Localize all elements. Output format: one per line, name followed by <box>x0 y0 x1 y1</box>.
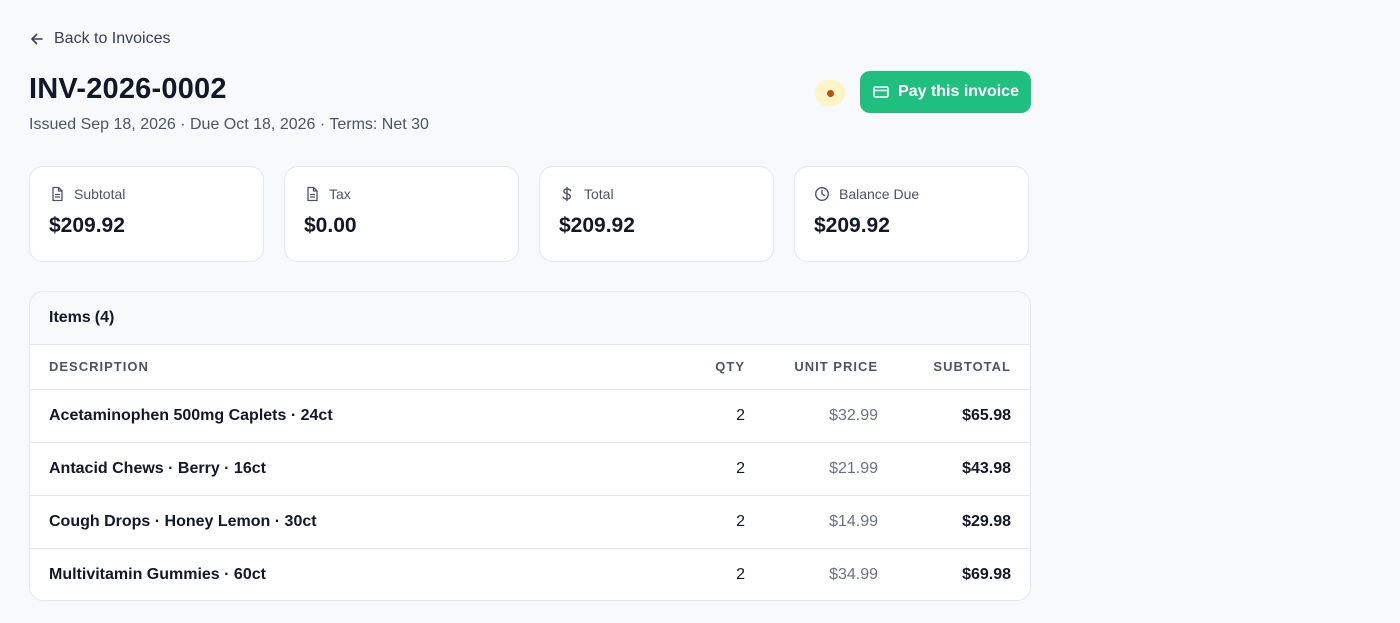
column-header-subtotal: SUBTOTAL <box>878 345 1030 390</box>
summary-label: Total <box>584 186 614 202</box>
status-dot-icon <box>826 89 834 97</box>
column-header-description: DESCRIPTION <box>30 345 625 390</box>
summary-value: $0.00 <box>304 214 357 237</box>
pay-invoice-button[interactable]: Pay this invoice <box>860 71 1031 113</box>
summary-label: Balance Due <box>839 186 920 202</box>
item-unit-price: $21.99 <box>745 442 878 496</box>
item-subtotal: $29.98 <box>878 495 1030 549</box>
table-row: Cough Drops · Honey Lemon · 30ct 2 $14.9… <box>30 495 1030 549</box>
summary-value: $209.92 <box>559 214 635 237</box>
summary-value: $209.92 <box>814 214 890 237</box>
document-icon <box>52 186 63 202</box>
arrow-left-icon <box>31 33 43 45</box>
item-unit-price: $32.99 <box>745 389 878 443</box>
item-qty: 2 <box>625 389 745 443</box>
summary-label: Tax <box>329 186 351 202</box>
summary-card-balance-due: Balance Due $209.92 <box>794 166 1029 262</box>
summary-card-subtotal: Subtotal $209.92 <box>29 166 264 262</box>
item-description: Acetaminophen 500mg Caplets · 24ct <box>30 389 625 443</box>
summary-card-tax: Tax $0.00 <box>284 166 519 262</box>
table-row: Multivitamin Gummies · 60ct 2 $34.99 $69… <box>30 548 1030 600</box>
item-subtotal: $69.98 <box>962 565 1011 583</box>
items-table: DESCRIPTION QTY UNIT PRICE SUBTOTAL Acet… <box>30 345 1030 600</box>
pay-button-label: Pay this invoice <box>898 83 1019 100</box>
item-qty: 2 <box>625 495 745 549</box>
back-link-label: Back to Invoices <box>54 30 171 47</box>
summary-value: $209.92 <box>49 214 125 237</box>
item-description: Antacid Chews · Berry · 16ct <box>30 442 625 496</box>
item-description: Cough Drops · Honey Lemon · 30ct <box>30 495 625 549</box>
credit-card-icon <box>873 86 889 98</box>
back-to-invoices-link[interactable]: Back to Invoices <box>29 30 171 48</box>
items-panel: Items (4) DESCRIPTION QTY UNIT PRICE SUB… <box>29 291 1031 601</box>
table-row: Antacid Chews · Berry · 16ct 2 $21.99 $4… <box>30 442 1030 496</box>
table-row: Acetaminophen 500mg Caplets · 24ct 2 $32… <box>30 389 1030 443</box>
item-unit-price: $34.99 <box>829 565 878 583</box>
column-header-qty: QTY <box>625 345 745 390</box>
item-qty: 2 <box>625 442 745 496</box>
clock-icon <box>814 186 830 202</box>
item-qty: 2 <box>736 565 745 583</box>
document-icon <box>307 186 318 202</box>
items-count: (4) <box>94 309 115 326</box>
invoice-detail-page: Back to Invoices INV-2026-0002 Issued Se… <box>0 0 1400 623</box>
invoice-meta: Issued Sep 18, 2026 · Due Oct 18, 2026 ·… <box>29 116 429 133</box>
invoice-number: INV-2026-0002 <box>29 73 227 105</box>
item-unit-price: $14.99 <box>745 495 878 549</box>
item-subtotal: $43.98 <box>878 442 1030 496</box>
summary-label: Subtotal <box>74 186 126 202</box>
summary-cards: Subtotal $209.92 Tax $0.00 Total $209.92 <box>29 166 1029 262</box>
items-header: Items (4) <box>30 292 1030 345</box>
column-header-unit-price: UNIT PRICE <box>745 345 878 390</box>
item-subtotal: $65.98 <box>878 389 1030 443</box>
items-title: Items <box>49 309 91 326</box>
dollar-icon <box>562 186 572 202</box>
table-header-row: DESCRIPTION QTY UNIT PRICE SUBTOTAL <box>30 345 1030 390</box>
summary-card-total: Total $209.92 <box>539 166 774 262</box>
item-description: Multivitamin Gummies · 60ct <box>49 565 266 583</box>
status-badge <box>815 80 845 106</box>
